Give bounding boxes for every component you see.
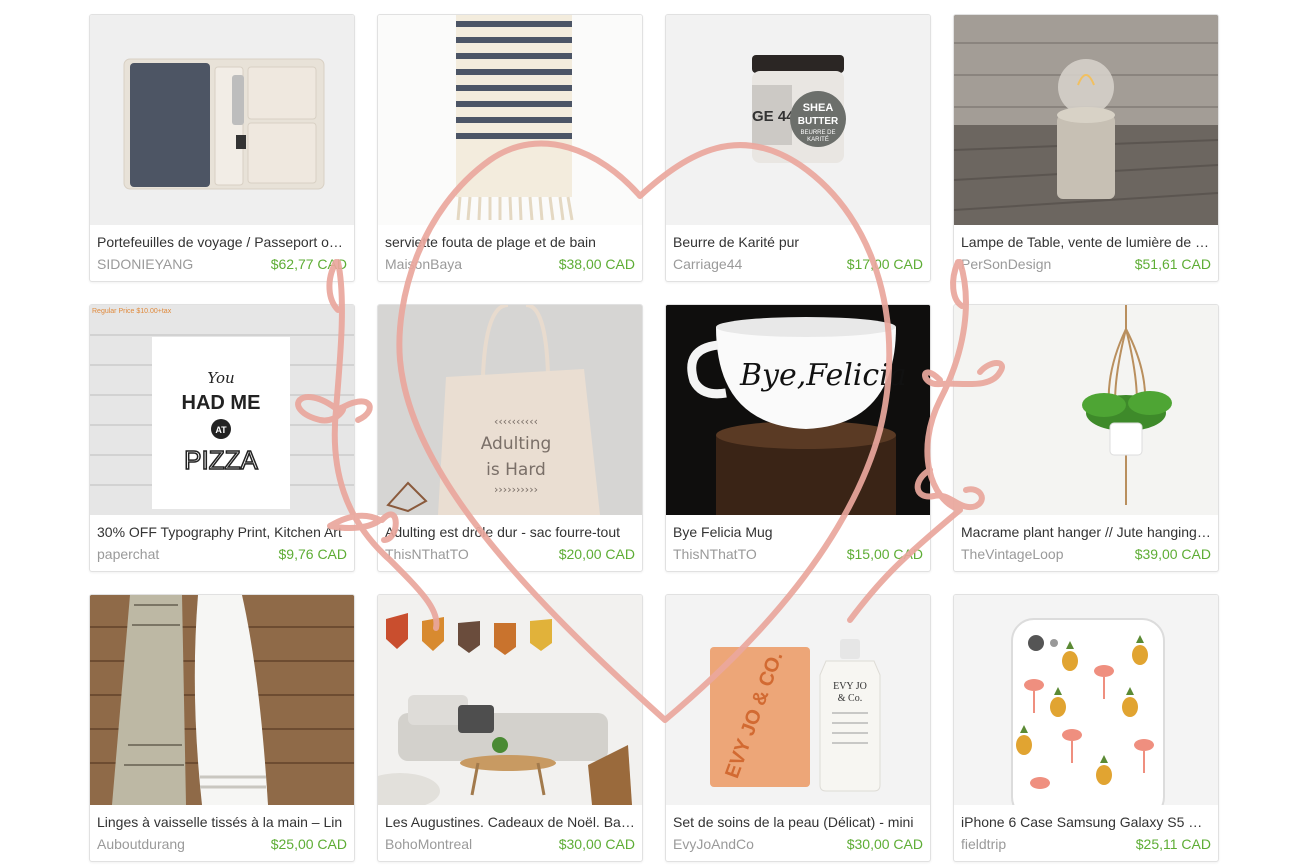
jar-label-line1: SHEA [803, 102, 834, 114]
listing-image[interactable]: EVY JO & CO. EVY JO & Co. [666, 595, 930, 805]
bottle-text2: & Co. [838, 693, 862, 704]
listing-card[interactable]: Regular Price $10.00+tax You HAD ME AT P… [89, 304, 355, 572]
shop-name[interactable]: SIDONIEYANG [97, 253, 193, 275]
bag-line2-text: is Hard [486, 460, 546, 480]
listing-image[interactable]: Regular Price $10.00+tax You HAD ME AT P… [90, 305, 354, 515]
shop-name[interactable]: Auboutdurang [97, 833, 185, 855]
listing-card[interactable]: Linges à vaisselle tissés à la main – Li… [89, 594, 355, 862]
listing-title[interactable]: Bye Felicia Mug [673, 521, 923, 543]
shop-name[interactable]: EvyJoAndCo [673, 833, 754, 855]
listing-image[interactable] [954, 15, 1218, 225]
listing-image[interactable] [90, 595, 354, 805]
listing-title[interactable]: Les Augustines. Cadeaux de Noël. Banners [385, 811, 635, 833]
print-pizza-text: PIZZA [184, 445, 258, 475]
listing-title[interactable]: iPhone 6 Case Samsung Galaxy S5 Case Fla… [961, 811, 1211, 833]
listing-price: $38,00 CAD [558, 256, 635, 272]
listing-card[interactable]: GE 44 SHEA BUTTER BEURRE DE KARITÉ Beurr… [665, 14, 931, 282]
listing-image[interactable]: Bye,Felicia [666, 305, 930, 515]
listing-card[interactable]: Adulting is Hard ‹‹‹‹‹‹‹‹‹‹ ›››››››››› A… [377, 304, 643, 572]
listing-card[interactable]: Les Augustines. Cadeaux de Noël. Banners… [377, 594, 643, 862]
svg-text:‹‹‹‹‹‹‹‹‹‹: ‹‹‹‹‹‹‹‹‹‹ [494, 415, 538, 428]
listing-title[interactable]: Adulting est drôle dur - sac fourre-tout [385, 521, 635, 543]
jar-label-line2: BUTTER [798, 116, 839, 127]
listing-price: $9,76 CAD [278, 546, 347, 562]
listing-price: $30,00 CAD [846, 836, 923, 852]
shop-name[interactable]: Carriage44 [673, 253, 742, 275]
jar-side-text: GE 44 [752, 108, 795, 125]
shop-name[interactable]: BohoMontreal [385, 833, 472, 855]
listing-price: $20,00 CAD [558, 546, 635, 562]
print-header-text: Regular Price $10.00+tax [92, 308, 172, 315]
listing-card[interactable]: Bye,Felicia Bye Felicia Mug ThisNThatTO … [665, 304, 931, 572]
listing-price: $30,00 CAD [558, 836, 635, 852]
listing-title[interactable]: Portefeuilles de voyage / Passeport orga… [97, 231, 347, 253]
listing-card[interactable]: Lampe de Table, vente de lumière de bois… [953, 14, 1219, 282]
shop-name[interactable]: TheVintageLoop [961, 543, 1064, 565]
mug-text: Bye,Felicia [739, 358, 907, 393]
listing-price: $17,00 CAD [846, 256, 923, 272]
listing-title[interactable]: serviette fouta de plage et de bain [385, 231, 635, 253]
listing-image[interactable] [954, 305, 1218, 515]
listing-title[interactable]: Set de soins de la peau (Délicat) - mini [673, 811, 923, 833]
listing-title[interactable]: Beurre de Karité pur [673, 231, 923, 253]
listing-price: $39,00 CAD [1134, 546, 1211, 562]
jar-label-line3: BEURRE DE [800, 130, 835, 136]
listing-card[interactable]: Macrame plant hanger // Jute hanging pla… [953, 304, 1219, 572]
listing-price: $15,00 CAD [846, 546, 923, 562]
listing-image[interactable] [90, 15, 354, 225]
listing-image[interactable] [954, 595, 1218, 805]
svg-text:››››››››››: ›››››››››› [494, 483, 538, 496]
listing-image[interactable]: Adulting is Hard ‹‹‹‹‹‹‹‹‹‹ ›››››››››› [378, 305, 642, 515]
listing-price: $51,61 CAD [1134, 256, 1211, 272]
listing-card[interactable]: EVY JO & CO. EVY JO & Co. Set de soins d… [665, 594, 931, 862]
listing-image[interactable] [378, 15, 642, 225]
listing-card[interactable]: iPhone 6 Case Samsung Galaxy S5 Case Fla… [953, 594, 1219, 862]
listing-title[interactable]: Lampe de Table, vente de lumière de bois [961, 231, 1211, 253]
listing-price: $25,11 CAD [1135, 836, 1211, 852]
listing-card[interactable]: Portefeuilles de voyage / Passeport orga… [89, 14, 355, 282]
listing-title[interactable]: Macrame plant hanger // Jute hanging pla… [961, 521, 1211, 543]
listing-price: $62,77 CAD [270, 256, 347, 272]
shop-name[interactable]: fieldtrip [961, 833, 1006, 855]
shop-name[interactable]: ThisNThatTO [673, 543, 757, 565]
bottle-text1: EVY JO [833, 681, 867, 692]
shop-name[interactable]: ThisNThatTO [385, 543, 469, 565]
jar-label-line4: KARITÉ [807, 136, 829, 143]
print-at-text: AT [215, 425, 227, 435]
listing-image[interactable]: GE 44 SHEA BUTTER BEURRE DE KARITÉ [666, 15, 930, 225]
print-hadme-text: HAD ME [182, 392, 261, 414]
listing-grid: Portefeuilles de voyage / Passeport orga… [89, 14, 1219, 862]
listing-card[interactable]: serviette fouta de plage et de bain Mais… [377, 14, 643, 282]
listing-title[interactable]: 30% OFF Typography Print, Kitchen Art [97, 521, 347, 543]
listing-title[interactable]: Linges à vaisselle tissés à la main – Li… [97, 811, 347, 833]
bag-line1-text: Adulting [481, 434, 552, 454]
listing-price: $25,00 CAD [270, 836, 347, 852]
shop-name[interactable]: MaisonBaya [385, 253, 462, 275]
shop-name[interactable]: paperchat [97, 543, 159, 565]
print-you-text: You [207, 369, 234, 387]
listing-image[interactable] [378, 595, 642, 805]
shop-name[interactable]: PerSonDesign [961, 253, 1051, 275]
